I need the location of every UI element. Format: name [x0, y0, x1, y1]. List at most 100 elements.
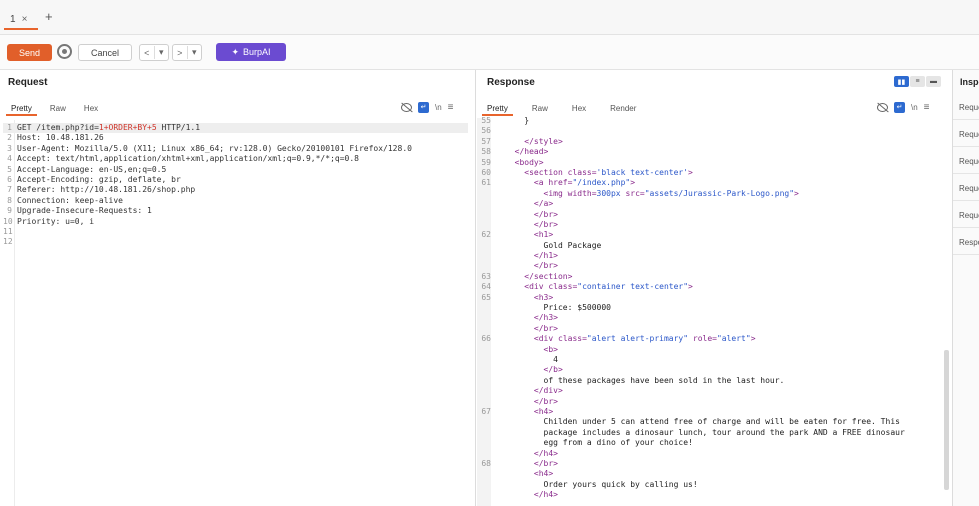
code-line: 66 <div class="alert alert-primary" role… — [480, 334, 940, 344]
line-number: 7 — [7, 185, 12, 195]
hide-nonprintable-icon[interactable] — [877, 103, 888, 112]
tab-hex[interactable]: Hex — [567, 102, 591, 116]
code-token: "alert alert-primary" — [586, 334, 693, 344]
inspector-item[interactable]: Request body parameters — [953, 149, 979, 174]
code-token: </a> — [533, 199, 554, 209]
code-token: 300px — [596, 188, 626, 198]
code-token: > — [688, 167, 693, 177]
send-button[interactable]: Send — [7, 44, 52, 61]
tab-pretty[interactable]: Pretty — [482, 102, 513, 116]
tab-pretty[interactable]: Pretty — [6, 102, 37, 116]
code-token: </b> — [543, 365, 563, 375]
single-view-icon[interactable]: ▬ — [926, 76, 941, 87]
code-line: 57 </style> — [480, 137, 940, 147]
line-number: 11 — [3, 226, 13, 236]
inspector-item[interactable]: Response headers — [953, 230, 979, 255]
code-line: 62 <h1> — [480, 230, 940, 240]
code-line: Order yours quick by calling us! — [480, 480, 940, 490]
tab-raw[interactable]: Raw — [527, 102, 553, 116]
line-number: 59 — [481, 157, 491, 167]
line-text: Upgrade-Insecure-Requests: 1 — [17, 206, 152, 216]
add-tab-button[interactable]: + — [45, 9, 53, 24]
request-editor[interactable]: 1 GET /item.php?id=1+ORDER+BY+5 HTTP/1.1 2… — [3, 123, 468, 248]
line-number: 65 — [481, 292, 491, 302]
line-text: HTTP/1.1 — [156, 123, 201, 132]
code-line: </h3> — [480, 313, 940, 323]
history-back-button[interactable]: < ▾ — [139, 44, 169, 61]
code-token: <img — [543, 188, 568, 198]
code-token: </br> — [533, 219, 558, 229]
menu-icon[interactable]: ≡ — [924, 102, 930, 113]
code-line: </h4> — [480, 490, 940, 500]
code-token: class= — [567, 167, 597, 177]
code-token: <h4> — [533, 406, 554, 416]
code-line: 63 </section> — [480, 272, 940, 282]
code-token: </h4> — [533, 448, 558, 458]
split-view-icon[interactable]: ▮▮ — [894, 76, 909, 87]
code-token: <h1> — [533, 230, 554, 240]
line-number: 63 — [481, 271, 491, 281]
code-line: 60 <section class='black text-center'> — [480, 168, 940, 178]
code-line: <img width=300px src="assets/Jurassic-Pa… — [480, 189, 940, 199]
code-token: class= — [558, 334, 587, 344]
line-number: 62 — [481, 230, 491, 240]
code-line: 9 Upgrade-Insecure-Requests: 1 — [3, 206, 468, 216]
code-line: 58 </head> — [480, 147, 940, 157]
code-line: 10 Priority: u=0, i — [3, 217, 468, 227]
code-line: 64 <div class="container text-center"> — [480, 282, 940, 292]
code-line: </h4> — [480, 449, 940, 459]
hide-nonprintable-icon[interactable] — [401, 103, 412, 112]
line-number: 12 — [3, 237, 13, 247]
cancel-button[interactable]: Cancel — [78, 44, 132, 61]
code-token: </h1> — [533, 251, 558, 261]
tab-render[interactable]: Render — [605, 102, 641, 116]
code-token: </div> — [533, 386, 563, 396]
inspector-item[interactable]: Request headers — [953, 203, 979, 228]
menu-icon[interactable]: ≡ — [448, 102, 454, 113]
history-forward-button[interactable]: > ▾ — [172, 44, 202, 61]
code-token: </br> — [533, 396, 558, 406]
inspector-item[interactable]: Request attributes — [953, 95, 979, 120]
inspector-item[interactable]: Request cookies — [953, 176, 979, 201]
wrap-lines-icon[interactable]: ↵ — [418, 102, 429, 113]
line-text: Accept-Encoding: gzip, deflate, br — [17, 174, 181, 184]
line-text: User-Agent: Mozilla/5.0 (X11; Linux x86_… — [17, 143, 412, 153]
tab-hex[interactable]: Hex — [79, 102, 103, 116]
code-line: 3 User-Agent: Mozilla/5.0 (X11; Linux x86… — [3, 144, 468, 154]
code-line: Gold Package — [480, 241, 940, 251]
inspector-item[interactable]: Request query parameters — [953, 122, 979, 147]
chevron-down-icon[interactable]: ▾ — [155, 47, 169, 58]
line-number: 60 — [481, 167, 491, 177]
code-token: </head> — [514, 147, 549, 157]
code-token: "assets/Jurassic-Park-Logo.png" — [644, 188, 795, 198]
line-number: 64 — [481, 282, 491, 292]
tab-1[interactable]: 1 × — [4, 8, 38, 30]
tab-raw[interactable]: Raw — [45, 102, 71, 116]
line-number: 56 — [481, 126, 491, 136]
scrollbar[interactable] — [944, 350, 949, 490]
line-number: 8 — [7, 195, 12, 205]
close-icon[interactable]: × — [22, 14, 28, 25]
code-token: 4 — [553, 354, 558, 364]
code-token: </h3> — [533, 313, 558, 323]
line-number: 2 — [7, 133, 12, 143]
newline-icon[interactable]: \n — [435, 103, 442, 112]
line-number: 4 — [7, 154, 12, 164]
line-text: Referer: http://10.48.181.26/shop.php — [17, 185, 196, 195]
line-text: GET /item.php?id= — [17, 123, 99, 132]
line-text: Accept: text/html,application/xhtml+xml,… — [17, 154, 359, 164]
list-view-icon[interactable]: ≡ — [910, 76, 925, 87]
burpai-label: BurpAI — [243, 47, 271, 57]
wrap-lines-icon[interactable]: ↵ — [894, 102, 905, 113]
response-editor[interactable]: 55 } 56 57 </style> 58 </head> 59 <body> 60 <… — [480, 116, 940, 500]
gear-icon[interactable] — [57, 44, 72, 59]
code-line: </br> — [480, 261, 940, 271]
code-line: <b> — [480, 345, 940, 355]
code-token: } — [524, 116, 530, 125]
tab-label: 1 — [10, 13, 16, 25]
newline-icon[interactable]: \n — [911, 103, 918, 112]
active-tab-indicator — [4, 28, 38, 30]
chevron-down-icon[interactable]: ▾ — [188, 47, 202, 58]
burpai-button[interactable]: ✦ BurpAI — [216, 43, 286, 61]
panel-divider[interactable] — [475, 70, 476, 506]
